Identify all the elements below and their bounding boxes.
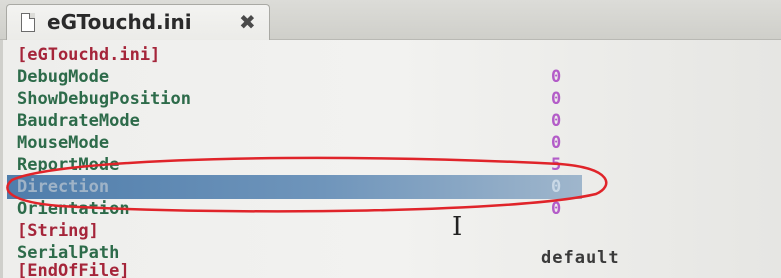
config-value-direction: 0	[551, 177, 562, 197]
config-key-baudratemode: BaudrateMode	[17, 111, 140, 131]
document-icon	[21, 13, 35, 32]
config-value-debugmode: 0	[551, 67, 562, 87]
config-key-direction: Direction	[17, 177, 110, 197]
config-key-orientation: Orientation	[17, 199, 130, 219]
tab-egtouchd-ini[interactable]: eGTouchd.ini ✖	[6, 4, 270, 41]
config-value-mousemode: 0	[551, 133, 562, 153]
config-value-serialpath: default	[541, 248, 620, 268]
config-value-showdebugposition: 0	[551, 89, 562, 109]
config-key-debugmode: DebugMode	[17, 67, 110, 87]
config-key-showdebugposition: ShowDebugPosition	[17, 89, 191, 109]
tab-bar: eGTouchd.ini ✖	[0, 0, 781, 41]
text-editor[interactable]: [eGTouchd.ini] DebugMode 0 ShowDebugPosi…	[0, 40, 781, 278]
config-value-baudratemode: 0	[551, 111, 562, 131]
section-header: [String]	[17, 221, 99, 241]
config-key-reportmode: ReportMode	[17, 155, 120, 175]
section-header: [eGTouchd.ini]	[17, 45, 161, 65]
section-header: [EndOfFile]	[17, 261, 130, 278]
config-value-orientation: 0	[551, 199, 562, 219]
tab-title: eGTouchd.ini	[47, 10, 192, 34]
text-cursor-icon: I	[452, 212, 463, 242]
config-key-mousemode: MouseMode	[17, 133, 110, 153]
config-value-reportmode: 5	[551, 155, 562, 175]
close-icon[interactable]: ✖	[239, 10, 256, 34]
